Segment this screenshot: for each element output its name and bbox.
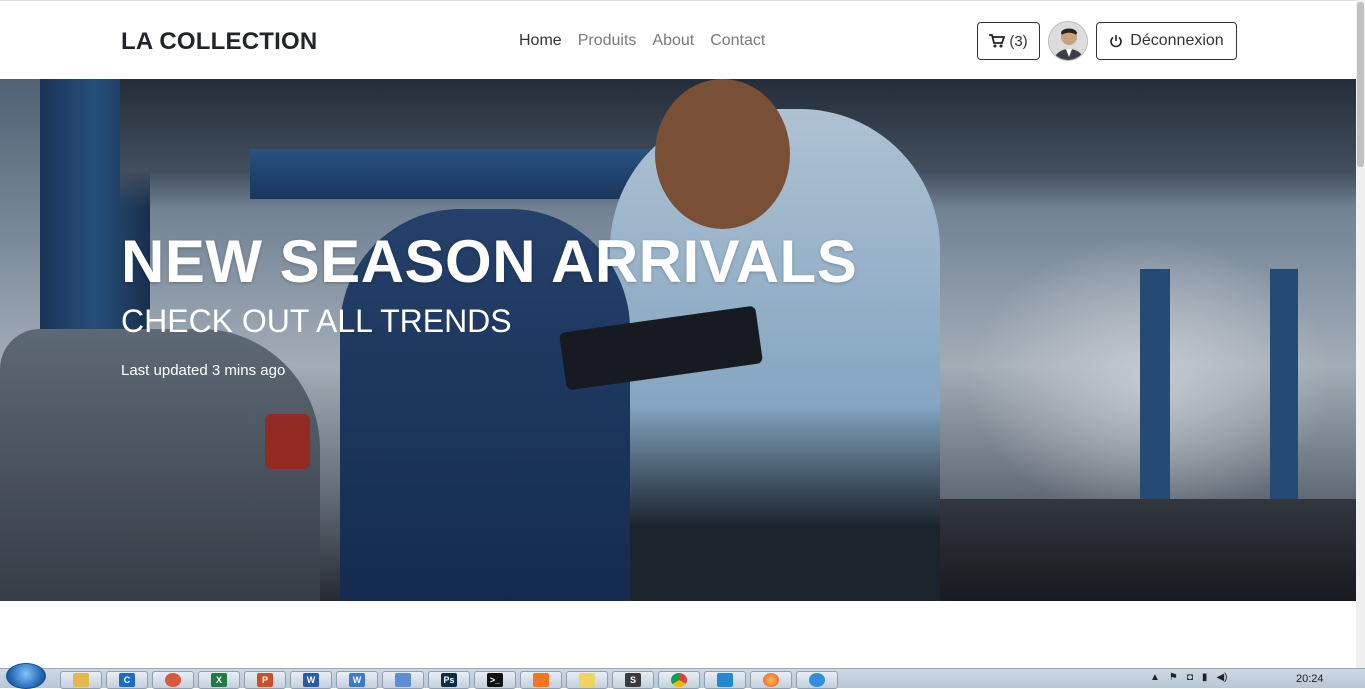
tray-security-icon[interactable]: ◘: [1187, 672, 1193, 683]
folder-icon: [73, 673, 89, 687]
power-icon: [1110, 35, 1123, 48]
taskbar-notepad[interactable]: [382, 671, 424, 689]
scrollbar-thumb[interactable]: [1357, 2, 1364, 167]
logout-button[interactable]: Déconnexion: [1096, 22, 1237, 60]
taskbar-firefox[interactable]: [750, 671, 792, 689]
tray-volume-icon[interactable]: ◀): [1216, 672, 1227, 683]
photoshop-icon: Ps: [441, 673, 457, 687]
terminal-icon: >_: [487, 673, 503, 687]
word-icon: W: [303, 673, 319, 687]
taskbar-vscode[interactable]: [704, 671, 746, 689]
ccleaner-icon: C: [119, 673, 135, 687]
tray-flag-icon[interactable]: ⚑: [1169, 672, 1178, 683]
nav-link-produits[interactable]: Produits: [578, 32, 637, 50]
taskbar-network[interactable]: [796, 671, 838, 689]
sublime-icon: S: [625, 673, 641, 687]
firefox-icon: [763, 673, 779, 687]
xampp-icon: [533, 673, 549, 687]
hero-last-updated: Last updated 3 mins ago: [121, 362, 286, 379]
taskbar-sublime-text[interactable]: S: [612, 671, 654, 689]
brand-logo[interactable]: LA COLLECTION: [121, 28, 317, 56]
nav-link-about[interactable]: About: [652, 32, 694, 50]
notepad-icon: [395, 673, 411, 687]
navbar: LA COLLECTION Home Produits About Contac…: [0, 0, 1356, 79]
hero-overlay: [0, 79, 1356, 601]
taskbar-word[interactable]: W: [290, 671, 332, 689]
windows-taskbar: C X P W W Ps >_ S ▲ ⚑ ◘ ▮ ◀) 20:24: [0, 663, 1365, 689]
hero-banner: NEW SEASON ARRIVALS CHECK OUT ALL TRENDS…: [0, 79, 1356, 601]
cart-count: (3): [1009, 32, 1028, 50]
taskbar-notes[interactable]: [566, 671, 608, 689]
taskbar-powerpoint[interactable]: P: [244, 671, 286, 689]
system-tray: ▲ ⚑ ◘ ▮ ◀): [1150, 672, 1227, 683]
tray-expand-icon[interactable]: ▲: [1150, 672, 1160, 683]
app-icon: [165, 673, 181, 687]
network-icon: [809, 673, 825, 687]
taskbar-ccleaner[interactable]: C: [106, 671, 148, 689]
notes-icon: [579, 673, 595, 687]
nav-link-home[interactable]: Home: [519, 32, 562, 50]
taskbar-clock[interactable]: 20:24: [1296, 673, 1324, 685]
nav-link-contact[interactable]: Contact: [710, 32, 765, 50]
taskbar-file-explorer[interactable]: [60, 671, 102, 689]
taskbar-google-chrome[interactable]: [658, 671, 700, 689]
nav-links: Home Produits About Contact: [519, 32, 765, 50]
powerpoint-icon: P: [257, 673, 273, 687]
taskbar-terminal[interactable]: >_: [474, 671, 516, 689]
cart-button[interactable]: (3): [977, 22, 1040, 60]
taskbar-chrome-app[interactable]: [152, 671, 194, 689]
excel-icon: X: [211, 673, 227, 687]
hero-title: NEW SEASON ARRIVALS: [121, 228, 858, 295]
taskbar-photoshop[interactable]: Ps: [428, 671, 470, 689]
start-button[interactable]: [6, 663, 46, 689]
tray-signal-icon[interactable]: ▮: [1202, 672, 1208, 683]
taskbar-excel[interactable]: X: [198, 671, 240, 689]
cart-icon: [989, 34, 1006, 48]
avatar-portrait: [1049, 22, 1087, 60]
wordpad-icon: W: [349, 673, 365, 687]
hero-subtitle: CHECK OUT ALL TRENDS: [121, 303, 512, 339]
vscode-icon: [717, 673, 733, 687]
taskbar-wordpad[interactable]: W: [336, 671, 378, 689]
user-avatar[interactable]: [1048, 21, 1088, 61]
chrome-icon: [671, 673, 687, 687]
taskbar-xampp[interactable]: [520, 671, 562, 689]
page-scrollbar[interactable]: [1356, 0, 1365, 668]
logout-label: Déconnexion: [1130, 32, 1224, 49]
